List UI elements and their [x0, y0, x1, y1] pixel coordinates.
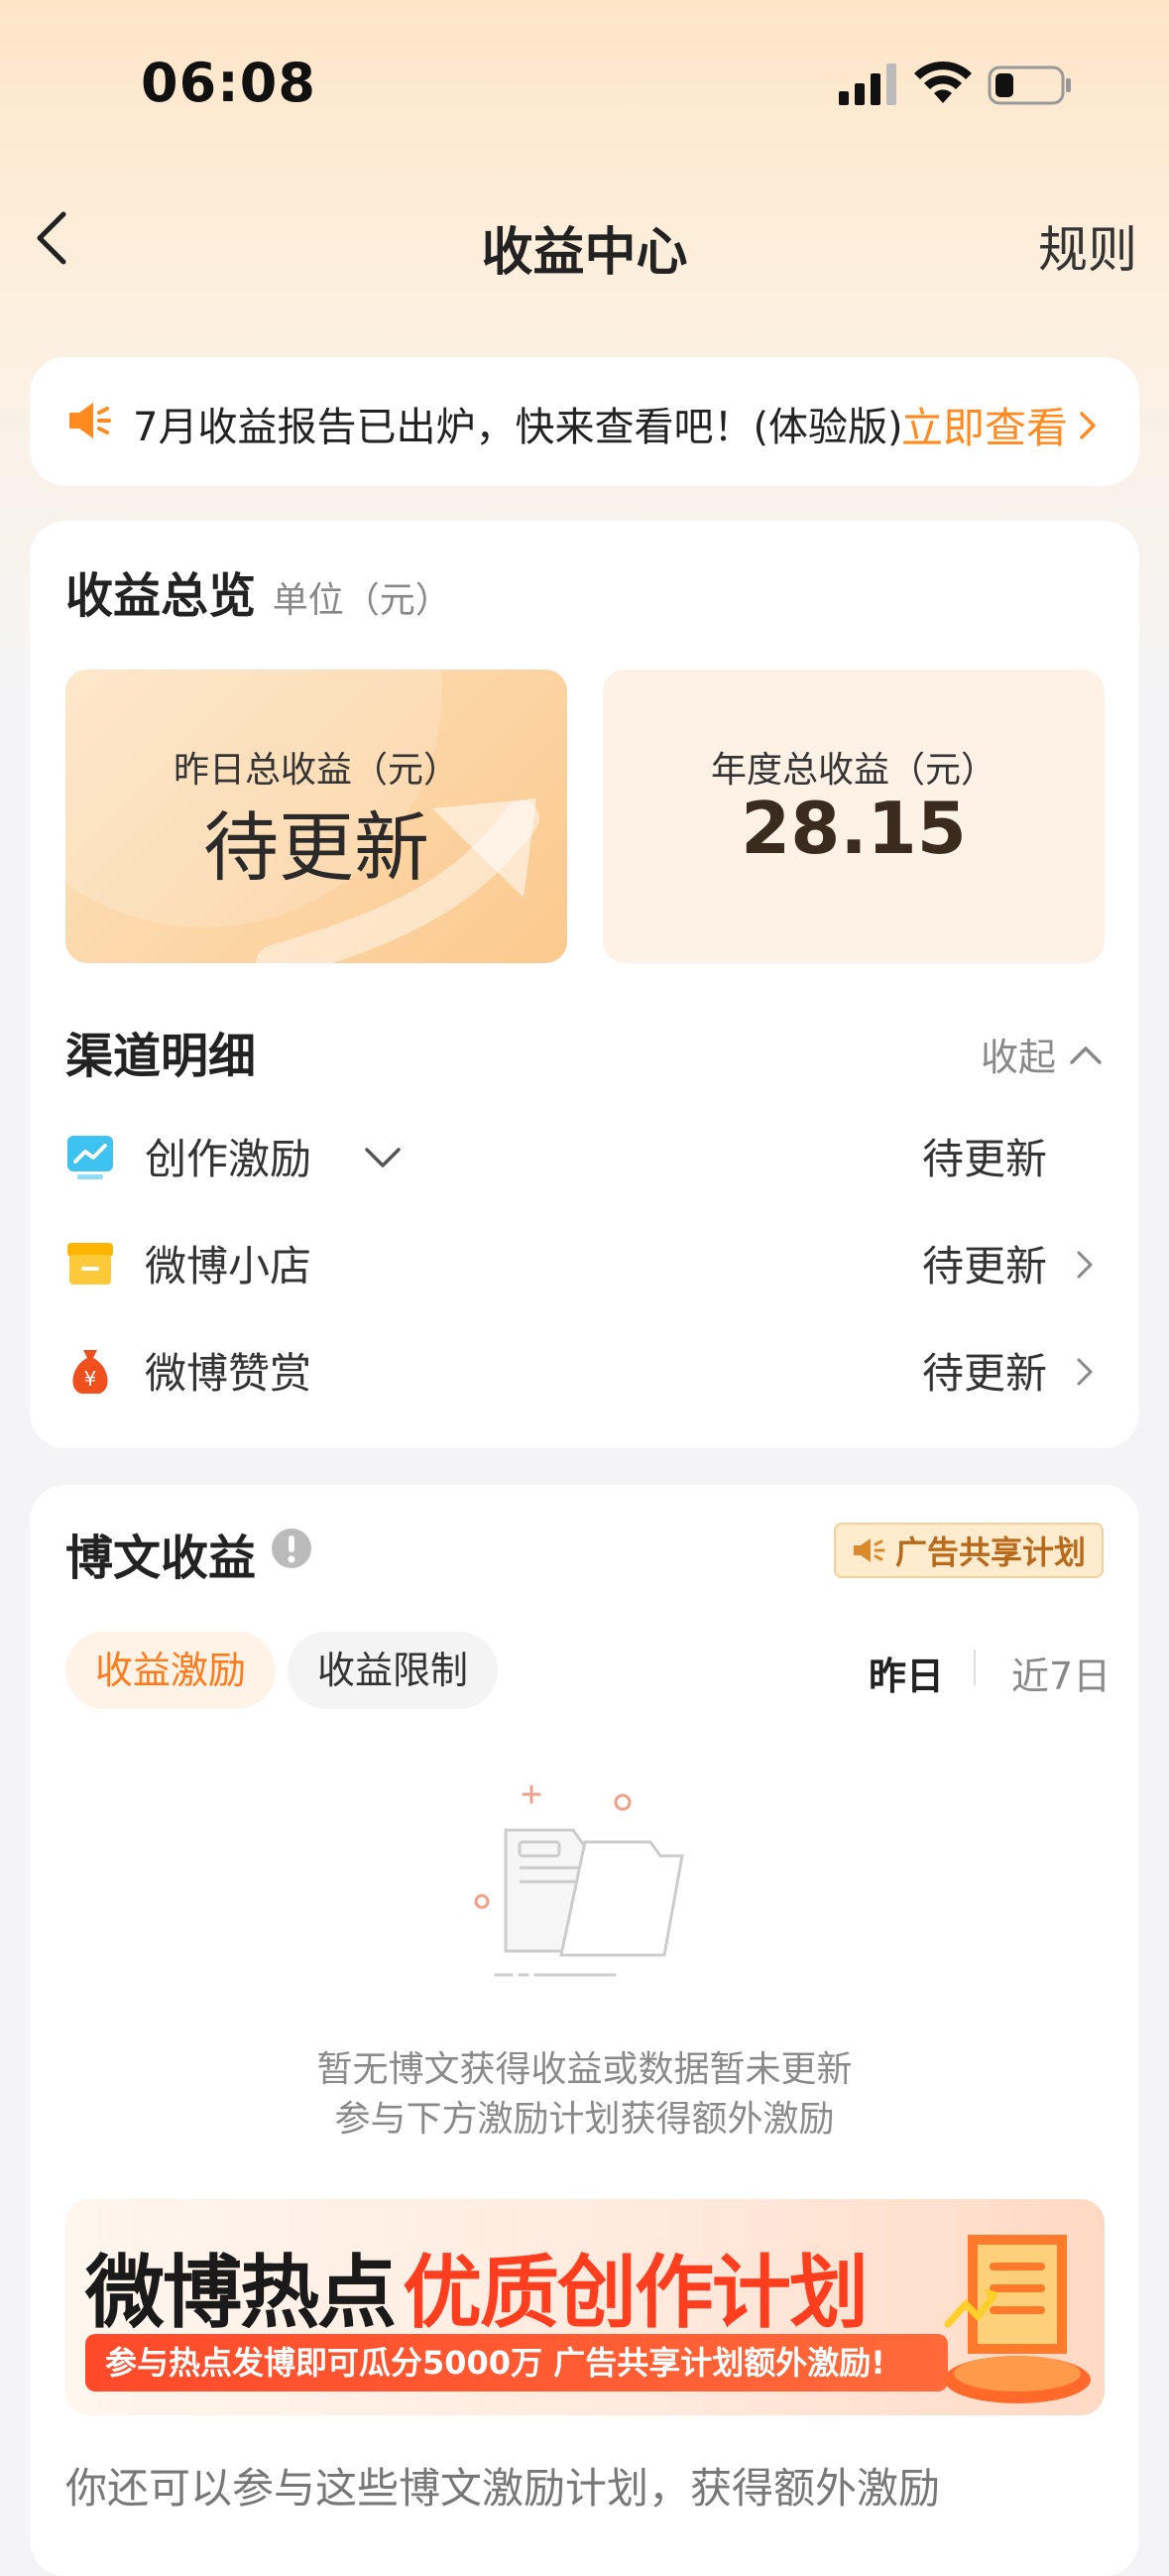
- channel-row-shop[interactable]: 微博小店 待更新: [65, 1223, 1097, 1302]
- svg-text:¥: ¥: [84, 1367, 97, 1391]
- annual-value: 28.15: [741, 787, 967, 870]
- post-earnings-title: 博文收益: [65, 1531, 257, 1586]
- tab-earnings-incentive[interactable]: 收益激励: [65, 1632, 277, 1709]
- overview-unit: 单位（元）: [272, 580, 451, 621]
- earnings-overview-card: 收益总览 单位（元） 昨日总收益（元） 待更新 年度总收益（元） 28.15 渠…: [30, 521, 1139, 1448]
- channel-value: 待更新: [921, 1242, 1047, 1290]
- channel-value: 待更新: [921, 1349, 1047, 1398]
- money-bag-icon: ¥: [72, 1350, 108, 1394]
- overview-title: 收益总览 单位（元）: [65, 556, 451, 626]
- page-title: 收益中心: [481, 223, 688, 283]
- collapse-label: 收起: [980, 1036, 1056, 1079]
- channel-row-reward[interactable]: ¥ 微博赞赏 待更新: [65, 1330, 1097, 1410]
- annual-label: 年度总收益（元）: [710, 750, 996, 791]
- channel-value: 待更新: [921, 1135, 1047, 1183]
- notice-text: 7月收益报告已出炉，快来查看吧！(体验版): [133, 405, 903, 450]
- channel-label: 微博小店: [145, 1242, 312, 1290]
- rules-button[interactable]: 规则: [1038, 210, 1137, 282]
- ad-share-plan-badge[interactable]: 广告共享计划: [833, 1523, 1104, 1578]
- monitor-chart-icon: [67, 1136, 113, 1179]
- scroll-trophy-icon: [944, 2235, 1091, 2403]
- empty-message-line2: 参与下方激励计划获得额外激励: [334, 2099, 835, 2140]
- post-earnings-card: 博文收益 广告共享计划 收益激励 收益限制 昨日 近7日 暂无博文获得收益或数据…: [30, 1485, 1139, 2576]
- yesterday-value: 待更新: [203, 803, 429, 892]
- view-now-label: 立即查看: [900, 404, 1068, 452]
- period-divider: [974, 1650, 976, 1685]
- annual-earnings-box: 年度总收益（元） 28.15: [603, 670, 1105, 963]
- cellular-signal-icon: [839, 63, 896, 105]
- channel-label: 微博赞赏: [145, 1349, 312, 1398]
- chevron-up-icon: [1070, 1045, 1102, 1064]
- hot-topic-plan-banner[interactable]: 微博热点 优质创作计划 参与热点发博即可瓜分5000万 广告共享计划额外激励!: [65, 2199, 1105, 2415]
- view-now-link[interactable]: 立即查看: [901, 395, 1100, 455]
- banner-title-red: 优质创作计划: [403, 2247, 869, 2339]
- overview-title-text: 收益总览: [65, 568, 257, 624]
- speaker-icon: [69, 403, 111, 438]
- banner-strip-text: 参与热点发博即可瓜分5000万 广告共享计划额外激励!: [85, 2334, 948, 2392]
- channel-label: 创作激励: [145, 1135, 312, 1183]
- empty-folder-icon: [474, 1784, 684, 1977]
- info-icon[interactable]: [270, 1527, 313, 1570]
- shop-icon: [67, 1243, 113, 1285]
- wifi-icon: [914, 61, 972, 103]
- period-yesterday[interactable]: 昨日: [869, 1646, 944, 1700]
- battery-icon: [988, 65, 1071, 105]
- ad-share-plan-label: 广告共享计划: [894, 1533, 1086, 1571]
- chevron-right-icon: [1077, 1358, 1093, 1386]
- report-notice[interactable]: 7月收益报告已出炉，快来查看吧！(体验版) 立即查看: [30, 357, 1139, 486]
- channel-row-creation[interactable]: 创作激励 待更新: [65, 1116, 1097, 1195]
- chevron-down-icon[interactable]: [363, 1146, 403, 1171]
- banner-title-black: 微博热点: [85, 2247, 397, 2339]
- channel-detail-title: 渠道明细: [65, 1029, 257, 1084]
- chevron-right-icon: [1080, 411, 1096, 439]
- chevron-right-icon: [1077, 1251, 1093, 1279]
- empty-message-line1: 暂无博文获得收益或数据暂未更新: [316, 2049, 853, 2090]
- collapse-button[interactable]: 收起: [981, 1027, 1104, 1081]
- period-7-days[interactable]: 近7日: [1011, 1646, 1111, 1700]
- yesterday-label: 昨日总收益（元）: [173, 750, 459, 791]
- more-plans-text: 你还可以参与这些博文激励计划，获得额外激励: [65, 2464, 941, 2513]
- tab-earnings-limit[interactable]: 收益限制: [288, 1632, 499, 1709]
- speaker-icon: [853, 1538, 885, 1562]
- status-time: 06:08: [141, 52, 316, 114]
- yesterday-earnings-box: 昨日总收益（元） 待更新: [65, 670, 567, 963]
